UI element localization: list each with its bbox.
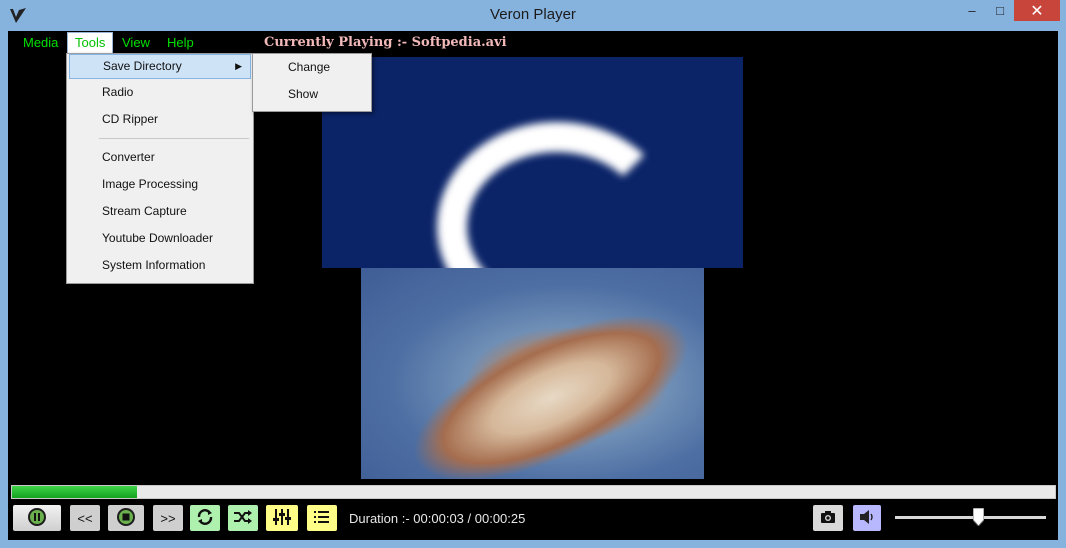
tools-dropdown-menu: Save Directory ▶ Radio CD Ripper Convert…	[66, 53, 254, 284]
repeat-icon	[196, 508, 214, 529]
speaker-icon	[858, 509, 876, 528]
submenu-item-show[interactable]: Show	[255, 82, 369, 107]
maximize-button[interactable]: □	[986, 0, 1014, 21]
equalizer-button[interactable]	[266, 505, 298, 531]
minimize-button[interactable]: –	[958, 0, 986, 21]
now-playing-label: Currently Playing :- Softpedia.avi	[264, 35, 507, 50]
menu-item-save-directory[interactable]: Save Directory ▶	[69, 54, 251, 79]
close-button[interactable]: ✕	[1014, 0, 1060, 21]
menu-item-youtube-downloader[interactable]: Youtube Downloader	[69, 226, 251, 251]
duration-label: Duration :- 00:00:03 / 00:00:25	[349, 511, 526, 526]
menu-bar: Media Tools View Help Currently Playing …	[8, 31, 1058, 53]
menu-item-image-processing[interactable]: Image Processing	[69, 172, 251, 197]
submenu-item-change[interactable]: Change	[255, 55, 369, 80]
snapshot-button[interactable]	[813, 505, 843, 531]
menu-item-system-information[interactable]: System Information	[69, 253, 251, 278]
previous-button[interactable]: <<	[70, 505, 100, 531]
shuffle-button[interactable]	[228, 505, 258, 531]
playlist-button[interactable]	[307, 505, 337, 531]
menu-item-cd-ripper[interactable]: CD Ripper	[69, 107, 251, 132]
video-frame-bottom[interactable]	[361, 268, 704, 479]
menu-item-stream-capture[interactable]: Stream Capture	[69, 199, 251, 224]
menu-tools[interactable]: Tools	[67, 32, 114, 53]
app-window: Veron Player – □ ✕ Media Tools View Help…	[0, 0, 1066, 548]
save-directory-submenu: Change Show	[252, 53, 372, 112]
window-title: Veron Player	[490, 6, 576, 23]
seek-bar[interactable]	[11, 485, 1056, 499]
menu-item-label: Save Directory	[103, 59, 182, 73]
stop-icon	[116, 507, 136, 530]
camera-icon	[820, 510, 836, 527]
menu-help[interactable]: Help	[160, 33, 201, 53]
equalizer-icon	[272, 508, 292, 529]
submenu-arrow-icon: ▶	[235, 61, 242, 71]
menu-separator	[99, 138, 249, 139]
seek-bar-fill	[12, 486, 138, 498]
title-bar: Veron Player – □ ✕	[0, 0, 1066, 31]
volume-button[interactable]	[853, 505, 881, 531]
pause-button[interactable]	[13, 505, 61, 531]
playlist-icon	[314, 510, 330, 527]
next-button[interactable]: >>	[153, 505, 183, 531]
menu-item-converter[interactable]: Converter	[69, 145, 251, 170]
volume-slider-thumb[interactable]	[972, 507, 985, 527]
menu-view[interactable]: View	[115, 33, 157, 53]
menu-media[interactable]: Media	[16, 33, 65, 53]
video-frame-top[interactable]	[322, 57, 743, 268]
pause-icon	[27, 507, 47, 530]
logo-graphic	[437, 122, 677, 268]
volume-slider[interactable]	[895, 516, 1046, 519]
repeat-button[interactable]	[190, 505, 220, 531]
stop-button[interactable]	[108, 505, 144, 531]
menu-item-radio[interactable]: Radio	[69, 80, 251, 105]
shuffle-icon	[233, 509, 253, 528]
island-graphic	[389, 280, 704, 479]
